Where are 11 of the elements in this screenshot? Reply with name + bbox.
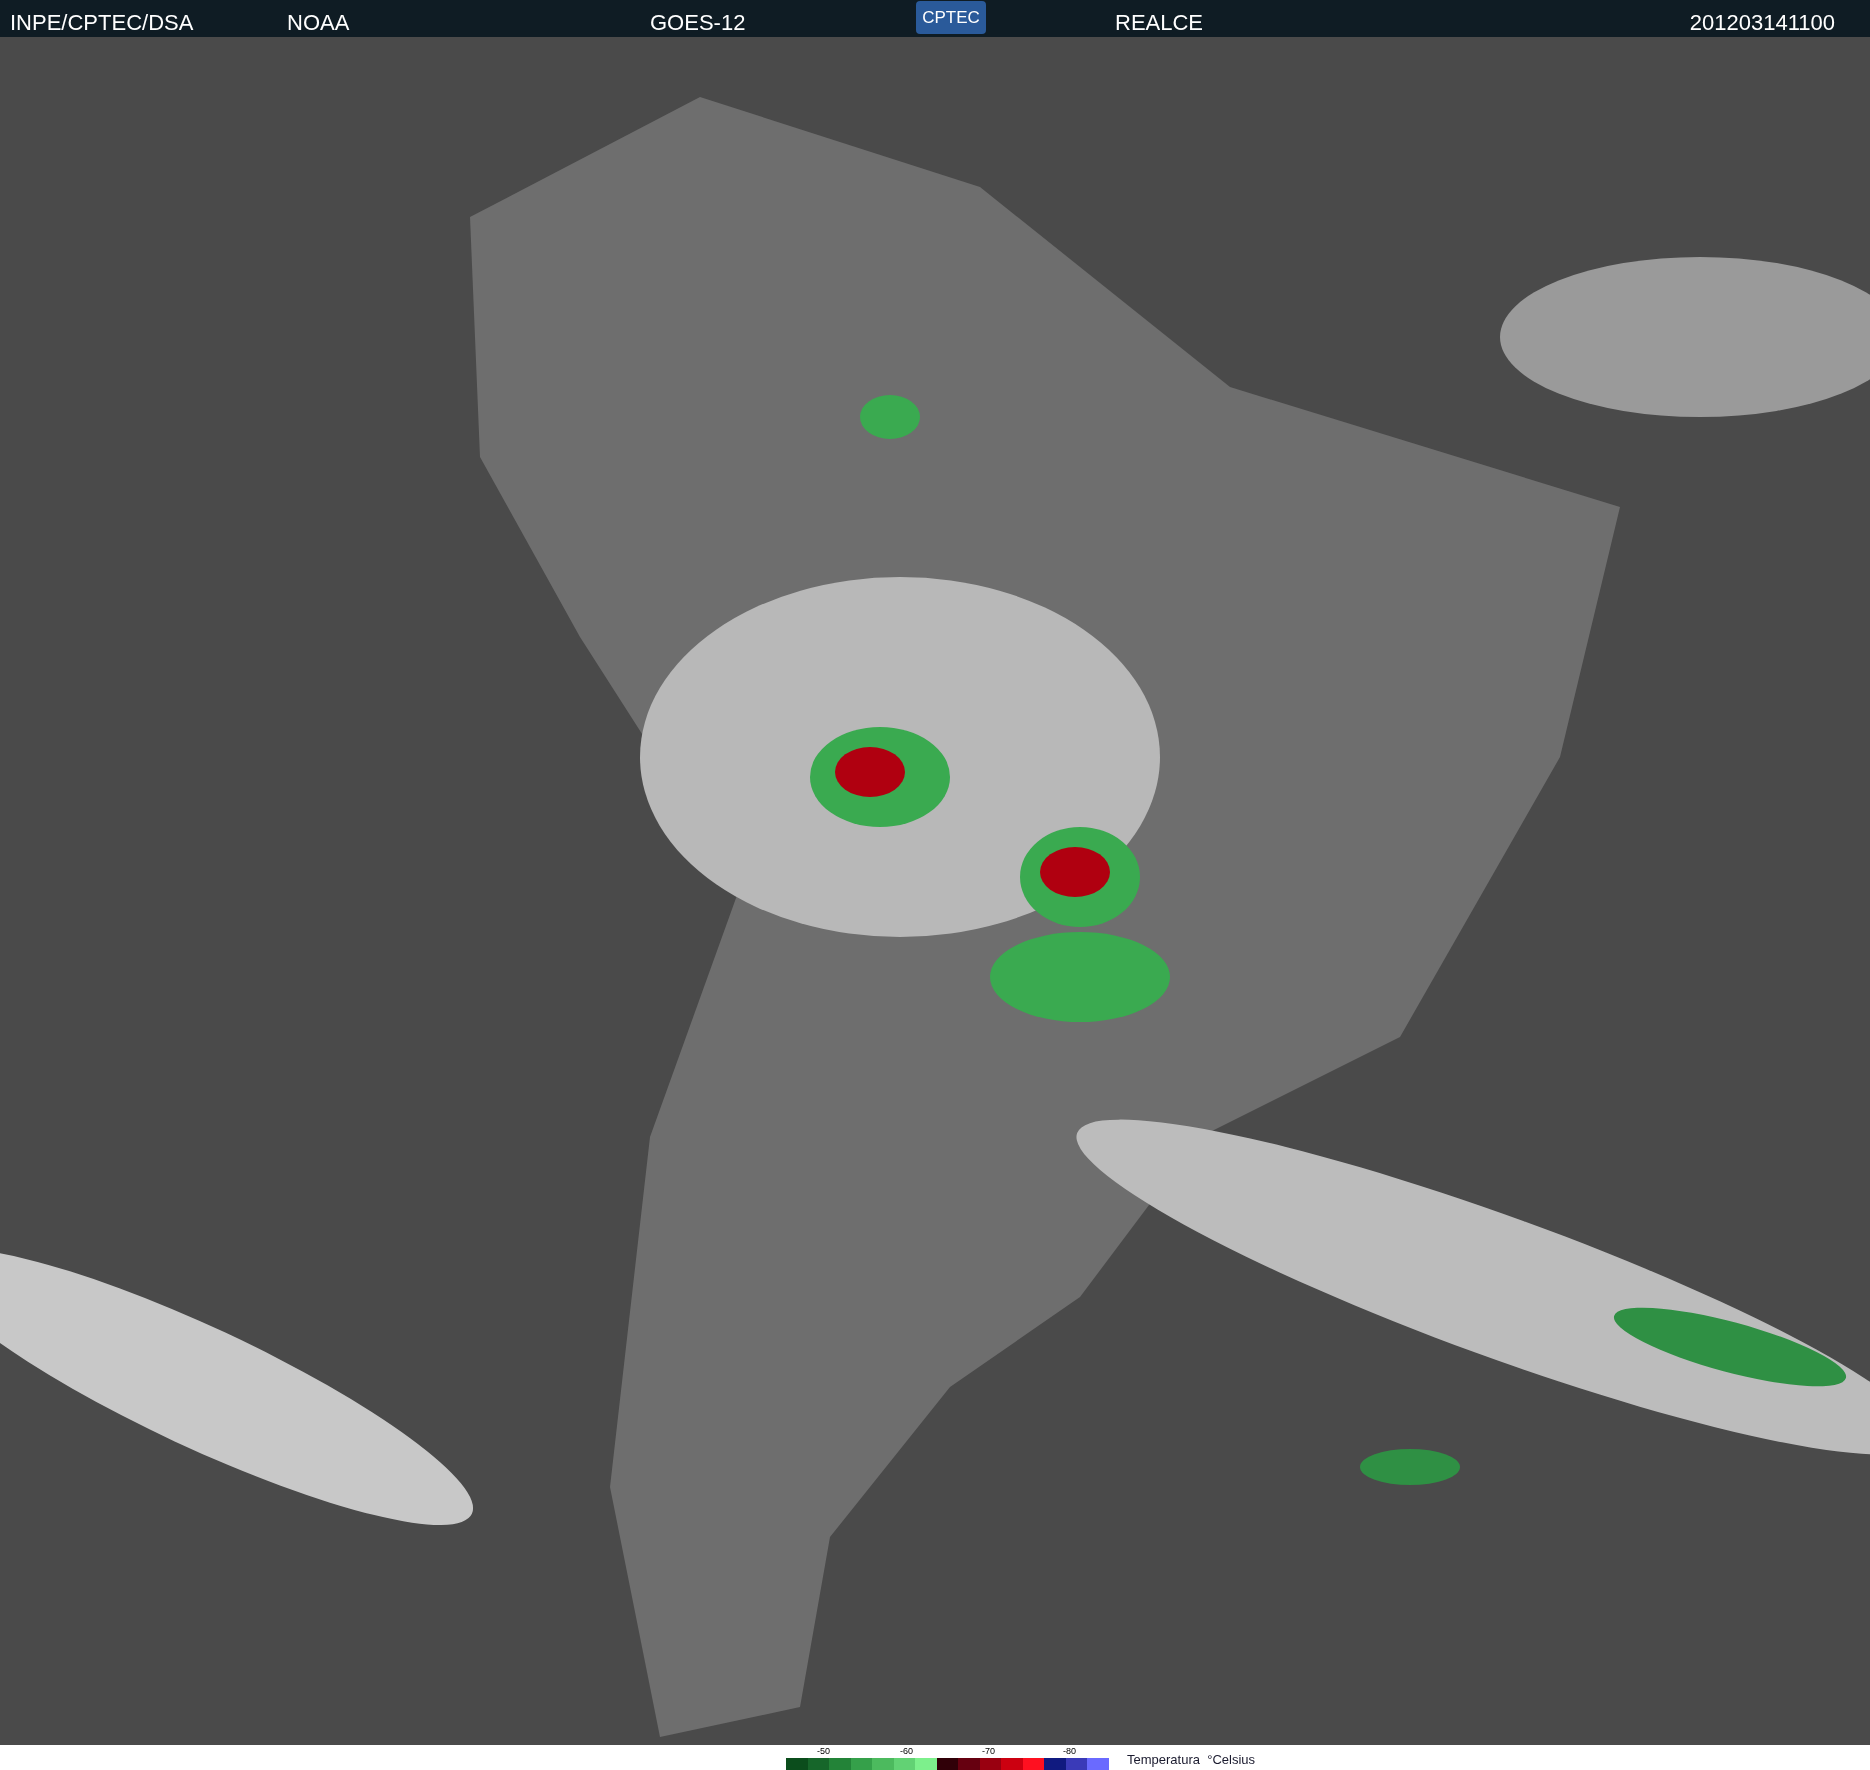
agency-label: NOAA xyxy=(287,9,350,37)
tick-label: -80 xyxy=(1063,1746,1076,1756)
source-label: INPE/CPTEC/DSA xyxy=(10,9,194,37)
legend-title: Temperatura °Celsius xyxy=(1127,1751,1256,1769)
timestamp-label: 201203141100 xyxy=(1689,9,1835,37)
tick-label: -50 xyxy=(817,1746,830,1756)
product-label: REALCE xyxy=(1115,9,1204,37)
tick-label: -60 xyxy=(900,1746,913,1756)
tick-label: -70 xyxy=(982,1746,995,1756)
logo: CPTEC xyxy=(916,1,986,34)
satellite-label: GOES-12 xyxy=(650,9,746,37)
